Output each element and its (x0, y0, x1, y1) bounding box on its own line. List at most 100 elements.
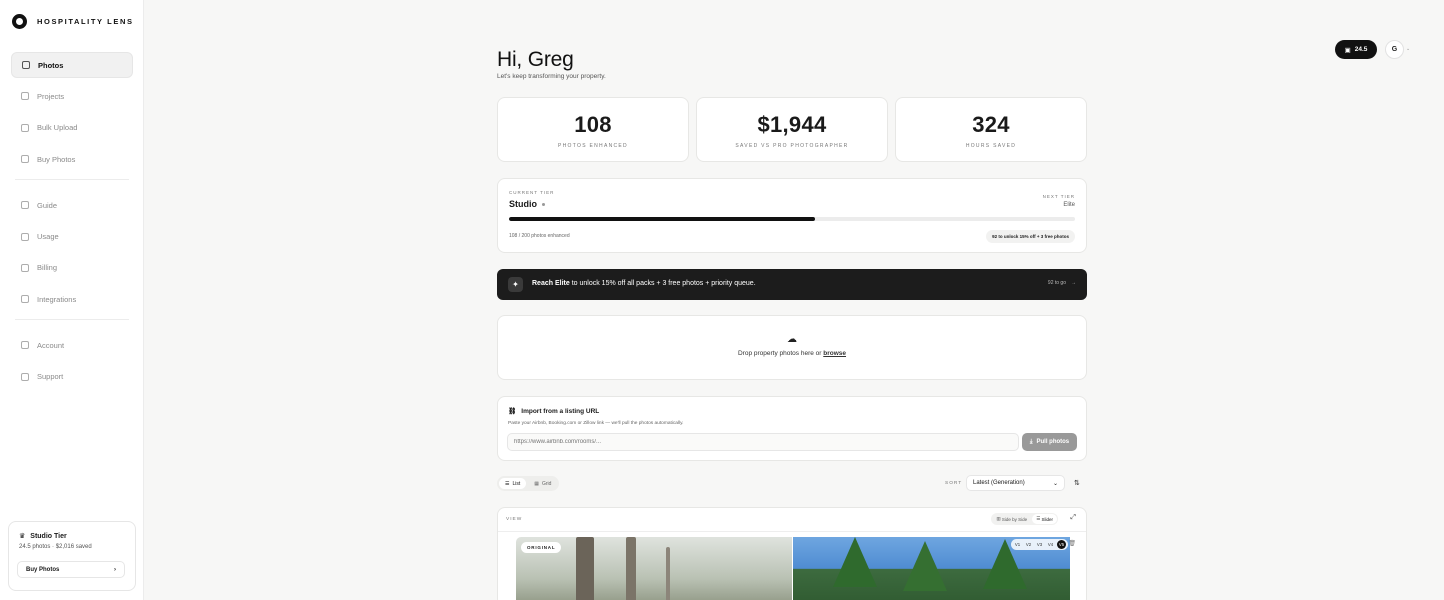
sidebar-tier-name: Studio Tier (30, 532, 67, 540)
brand[interactable]: HOSPITALITY LENS (12, 14, 134, 29)
chart-icon (21, 232, 29, 241)
view-grid-option[interactable]: ▦ Grid (528, 478, 557, 489)
promo-text-suffix: to unlock 15% off all packs + 3 free pho… (569, 280, 756, 287)
sidebar-item-label: Projects (37, 91, 65, 101)
chevron-down-icon: ⌄ (1052, 480, 1058, 487)
photo-tree-trunk (576, 537, 594, 600)
version-selector: V1 V2 V3 V4 V5 (1011, 539, 1068, 550)
promo-text-bold: Elite (554, 280, 570, 287)
dropzone-text: Drop property photos here or browse (498, 350, 1086, 357)
buy-photos-label: Buy Photos (26, 566, 60, 573)
image-icon (22, 61, 30, 69)
sidebar-buy-photos-button[interactable]: Buy Photos › (17, 561, 125, 578)
browse-link[interactable]: browse (823, 350, 846, 357)
version-button[interactable]: V1 (1013, 540, 1022, 549)
photo-tree (903, 541, 947, 591)
card-icon (21, 263, 29, 272)
arrow-right-icon: → (1071, 280, 1076, 286)
sidebar-item-label: Usage (37, 232, 59, 242)
photo-dropzone[interactable]: ☁ Drop property photos here or browse (497, 315, 1087, 380)
folder-icon (21, 92, 29, 101)
user-icon (21, 341, 29, 350)
viewer-mode-toggle: ▥ Side by Side ☰ Slider (991, 513, 1058, 525)
view-grid-label: Grid (542, 480, 552, 487)
sidebar-item-projects[interactable]: Projects (11, 83, 133, 109)
listing-url-input[interactable] (507, 433, 1019, 451)
sort-value: Latest (Generation) (973, 480, 1025, 486)
next-tier-label: NEXT TIER (1042, 194, 1075, 199)
version-button-active[interactable]: V5 (1057, 540, 1066, 549)
tier-progress-count: 108 / 200 photos enhanced (509, 233, 570, 239)
sidebar-item-label: Integrations (37, 294, 77, 304)
credits-pill[interactable]: ▣ 24.5 (1335, 40, 1377, 59)
page-title: Hi, Greg (497, 48, 574, 71)
view-toggle: ☰ List ▦ Grid (497, 476, 560, 491)
mode-slider[interactable]: ☰ Slider (1032, 514, 1057, 524)
avatar[interactable]: G (1385, 40, 1404, 59)
stat-value: 324 (972, 112, 1010, 137)
sort-label: SORT (945, 481, 963, 486)
stat-card-photos: 108 PHOTOS ENHANCED (497, 97, 689, 162)
sort-direction-icon[interactable]: ⇅ (1074, 479, 1080, 487)
expand-icon[interactable]: ⤢ (1070, 514, 1076, 522)
sidebar-item-label: Guide (37, 200, 58, 210)
chevron-right-icon: › (114, 566, 116, 573)
sidebar-tier-detail: 24.5 photos · $2,016 saved (19, 544, 92, 550)
tier-progress-fill (509, 217, 815, 221)
tier-progress-card: CURRENT TIER Studio NEXT TIER Elite 108 … (497, 178, 1087, 253)
promo-text-prefix: Reach (532, 280, 555, 287)
plug-icon (21, 295, 29, 304)
pull-photos-button[interactable]: ⤓ Pull photos (1022, 433, 1077, 451)
sidebar-item-billing[interactable]: Billing (11, 255, 133, 281)
import-url-card: ⛓ Import from a listing URL Paste your Ai… (497, 396, 1087, 461)
sidebar-item-label: Bulk Upload (37, 123, 78, 133)
link-icon: ⛓ (508, 408, 517, 415)
sidebar-item-bulk-upload[interactable]: Bulk Upload (11, 115, 133, 141)
sidebar: HOSPITALITY LENS Photos Projects Bulk Up… (0, 0, 144, 600)
sidebar-item-label: Account (37, 340, 65, 350)
trash-icon[interactable]: 🗑 (1068, 540, 1076, 547)
stat-card-hours: 324 HOURS SAVED (895, 97, 1087, 162)
photo-tree (833, 537, 877, 587)
unlock-chip: 92 to unlock 15% off + 3 free photos (986, 230, 1075, 243)
version-button[interactable]: V4 (1046, 540, 1055, 549)
sidebar-item-usage[interactable]: Usage (11, 224, 133, 250)
crown-icon: ♛ (19, 533, 26, 540)
sidebar-item-photos[interactable]: Photos (11, 52, 133, 78)
nav-primary: Photos Projects Bulk Upload Buy Photos G… (11, 52, 133, 395)
sidebar-item-account[interactable]: Account (11, 332, 133, 358)
version-button[interactable]: V2 (1024, 540, 1033, 549)
chevron-down-icon[interactable]: ⌄ (1406, 46, 1410, 52)
download-icon: ⤓ (1029, 438, 1033, 445)
sidebar-item-integrations[interactable]: Integrations (11, 286, 133, 312)
stat-label: SAVED VS PRO PHOTOGRAPHER (735, 143, 849, 149)
version-button[interactable]: V3 (1035, 540, 1044, 549)
stat-card-saved: $1,944 SAVED VS PRO PHOTOGRAPHER (696, 97, 888, 162)
photo-viewer: VIEW ▥ Side by Side ☰ Slider ⤢ ORIGINAL … (497, 507, 1087, 600)
promo-banner[interactable]: ✦ Reach Elite to unlock 15% off all pack… (497, 269, 1087, 300)
sort-select[interactable]: Latest (Generation) ⌄ (966, 475, 1065, 491)
photo-tree-trunk (626, 537, 636, 600)
view-list-option[interactable]: ☰ List (499, 478, 527, 489)
sidebar-item-buy-photos[interactable]: Buy Photos (11, 146, 133, 172)
original-badge: ORIGINAL (521, 542, 562, 553)
import-title: ⛓ Import from a listing URL (508, 407, 599, 416)
viewer-label: VIEW (506, 517, 523, 522)
list-icon: ☰ (505, 480, 510, 487)
mode-slider-label: Slider (1041, 516, 1053, 522)
photo-tree-trunk (666, 547, 670, 600)
current-tier-name: Studio (509, 199, 545, 209)
cloud-upload-icon: ☁ (787, 334, 797, 345)
stat-label: HOURS SAVED (965, 143, 1017, 149)
sidebar-item-guide[interactable]: Guide (11, 192, 133, 218)
mode-side-by-side[interactable]: ▥ Side by Side (992, 514, 1031, 524)
nav-divider (15, 319, 129, 321)
lifebuoy-icon (21, 372, 29, 381)
info-dot-icon[interactable] (542, 203, 545, 207)
image-icon: ▣ (1344, 46, 1351, 54)
nav-divider (15, 179, 129, 181)
sidebar-item-support[interactable]: Support (11, 364, 133, 390)
dropzone-prompt: Drop property photos here or (737, 350, 824, 357)
page-subtitle: Let's keep transforming your property. (497, 73, 606, 80)
tier-progress-bar (509, 217, 1075, 221)
